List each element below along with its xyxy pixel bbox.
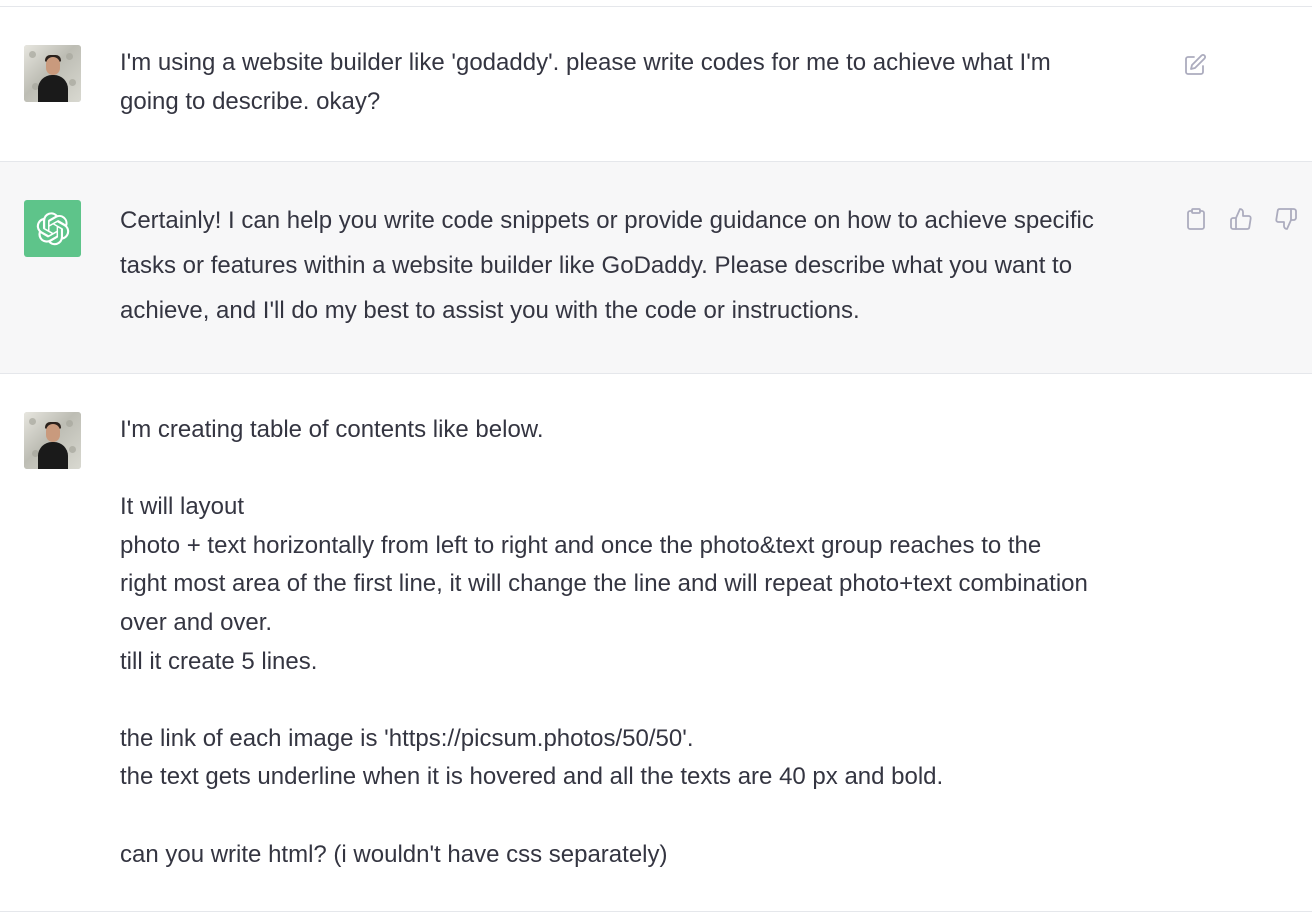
message-line: I'm using a website builder like 'godadd…	[120, 49, 1051, 76]
thumbs-up-icon[interactable]	[1228, 206, 1254, 232]
message-line: going to describe. okay?	[120, 88, 381, 115]
message-line: the text gets underline when it is hover…	[120, 763, 944, 791]
message-line: achieve, and I'll do my best to assist y…	[120, 297, 860, 324]
message-line: Certainly! I can help you write code sni…	[120, 207, 1094, 234]
user-message-1-text: I'm using a website builder like 'godadd…	[120, 43, 1165, 121]
edit-icon[interactable]	[1182, 52, 1208, 78]
message-line: photo + text horizontally from left to r…	[120, 531, 1042, 559]
message-line: tasks or features within a website build…	[120, 252, 1073, 279]
message-line: till it create 5 lines.	[120, 647, 318, 675]
message-line: right most area of the first line, it wi…	[120, 570, 1088, 598]
copy-icon[interactable]	[1183, 206, 1209, 232]
message-line: It will layout	[120, 493, 245, 521]
message-line: I'm creating table of contents like belo…	[120, 416, 544, 443]
message-line: over and over.	[120, 608, 273, 636]
assistant-message-text: Certainly! I can help you write code sni…	[120, 198, 1165, 333]
message-line: can you write html? (i wouldn't have css…	[120, 840, 668, 868]
thumbs-down-icon[interactable]	[1273, 206, 1299, 232]
user-avatar	[24, 412, 81, 469]
user-message-2-text: I'm creating table of contents like belo…	[120, 411, 1165, 874]
message-line: the link of each image is 'https://picsu…	[120, 724, 694, 752]
openai-logo-icon	[24, 200, 81, 257]
user-avatar	[24, 45, 81, 102]
